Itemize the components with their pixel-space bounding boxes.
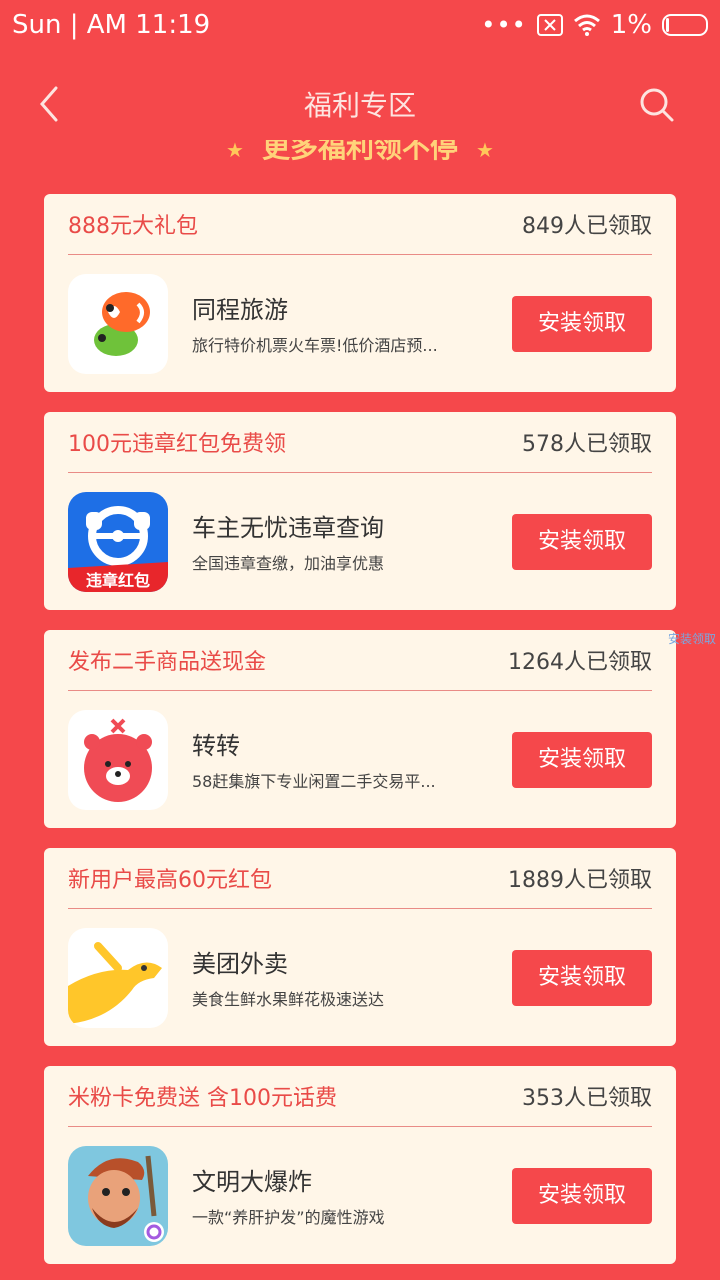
wenming-app-icon[interactable] bbox=[68, 1146, 168, 1246]
app-description: 全国违章查缴，加油享优惠 bbox=[192, 554, 385, 573]
sim-card-icon bbox=[536, 14, 563, 36]
offer-card: 发布二手商品送现金 1264人已领取 转转 58赶集旗下专业闲置二手交易平...… bbox=[44, 630, 676, 828]
meituan-app-icon[interactable] bbox=[68, 928, 168, 1028]
offer-title: 100元违章红包免费领 bbox=[68, 432, 286, 457]
offer-title: 发布二手商品送现金 bbox=[68, 650, 267, 675]
install-claim-button[interactable]: 安装领取 bbox=[512, 1168, 652, 1224]
status-time: Sun | AM 11:19 bbox=[12, 10, 211, 40]
install-claim-button[interactable]: 安装领取 bbox=[512, 514, 652, 570]
banner-text: 更多福利领不停 bbox=[261, 140, 458, 164]
offer-title: 888元大礼包 bbox=[68, 214, 198, 239]
icon-badge-text: 违章红包 bbox=[86, 571, 150, 590]
offer-card: 新用户最高60元红包 1889人已领取 美团外卖 美食生鲜水果鲜花极速送达 安装… bbox=[44, 848, 676, 1046]
install-claim-button[interactable]: 安装领取 bbox=[512, 732, 652, 788]
battery-icon bbox=[662, 14, 708, 36]
offer-card: 100元违章红包免费领 578人已领取 违章红包 车主无忧违章查询 全国违章查缴… bbox=[44, 412, 676, 610]
divider bbox=[68, 254, 652, 255]
app-name: 文明大爆炸 bbox=[192, 1168, 312, 1196]
claim-count: 849人已领取 bbox=[522, 214, 652, 239]
claim-count: 578人已领取 bbox=[522, 432, 652, 457]
chezhu-app-icon[interactable]: 违章红包 bbox=[68, 492, 168, 592]
app-name: 美团外卖 bbox=[192, 950, 288, 978]
install-claim-button[interactable]: 安装领取 bbox=[512, 950, 652, 1006]
app-description: 一款“养肝护发”的魔性游戏 bbox=[192, 1208, 385, 1227]
promo-banner: ★ 更多福利领不停 ★ bbox=[0, 140, 720, 174]
divider bbox=[68, 1126, 652, 1127]
nav-bar: 福利专区 bbox=[0, 70, 720, 134]
status-icons: ••• 1% bbox=[481, 10, 708, 40]
claim-count: 1889人已领取 bbox=[508, 868, 652, 893]
app-name: 转转 bbox=[192, 732, 240, 760]
offer-card: 888元大礼包 849人已领取 同程旅游 旅行特价机票火车票!低价酒店预... … bbox=[44, 194, 676, 392]
zhuanzhuan-app-icon[interactable] bbox=[68, 710, 168, 810]
divider bbox=[68, 908, 652, 909]
tongcheng-app-icon[interactable] bbox=[68, 274, 168, 374]
star-icon: ★ bbox=[476, 140, 494, 162]
app-description: 美食生鲜水果鲜花极速送达 bbox=[192, 990, 385, 1009]
offer-title: 新用户最高60元红包 bbox=[68, 868, 272, 893]
divider bbox=[68, 472, 652, 473]
more-dots-icon: ••• bbox=[481, 11, 527, 39]
page-title: 福利专区 bbox=[303, 89, 416, 122]
status-bar: Sun | AM 11:19 ••• 1% bbox=[0, 0, 720, 52]
install-claim-button[interactable]: 安装领取 bbox=[512, 296, 652, 352]
claim-count: 1264人已领取 bbox=[508, 650, 652, 675]
divider bbox=[68, 690, 652, 691]
app-description: 58赶集旗下专业闲置二手交易平... bbox=[192, 772, 436, 791]
edge-overlay-text: 安装领取 bbox=[668, 632, 717, 646]
star-icon: ★ bbox=[226, 140, 244, 162]
app-description: 旅行特价机票火车票!低价酒店预... bbox=[192, 336, 438, 355]
search-icon[interactable] bbox=[636, 84, 676, 124]
battery-percent: 1% bbox=[610, 10, 652, 40]
offer-title: 米粉卡免费送 含100元话费 bbox=[68, 1086, 337, 1111]
offer-card: 米粉卡免费送 含100元话费 353人已领取 文明大爆炸 一款“养肝护发”的魔性… bbox=[44, 1066, 676, 1264]
wifi-icon bbox=[573, 14, 600, 36]
app-name: 同程旅游 bbox=[192, 296, 288, 324]
claim-count: 353人已领取 bbox=[522, 1086, 652, 1111]
app-name: 车主无忧违章查询 bbox=[192, 514, 384, 542]
